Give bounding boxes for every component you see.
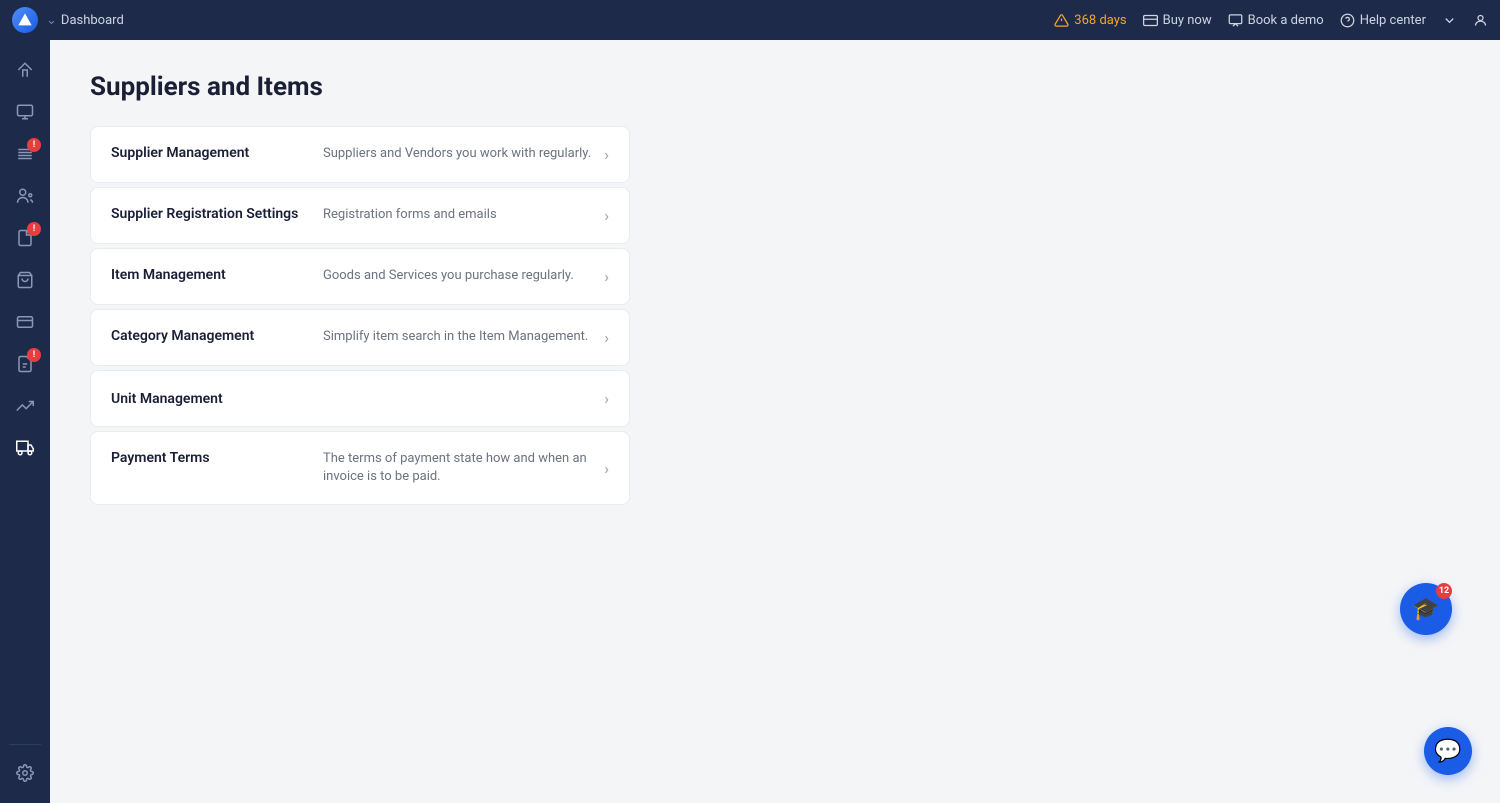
card-chevron-icon: ›	[604, 267, 609, 286]
sidebar-item-documents[interactable]: !	[7, 220, 43, 256]
book-demo-text: Book a demo	[1248, 13, 1324, 28]
card-title: Supplier Management	[111, 145, 311, 161]
app-logo[interactable]	[12, 7, 38, 33]
chevron-more-item[interactable]	[1442, 13, 1457, 28]
card-title: Item Management	[111, 267, 311, 283]
card-item[interactable]: Unit Management ›	[90, 370, 630, 427]
sidebar-item-suppliers[interactable]	[7, 430, 43, 466]
sidebar-item-reports[interactable]	[7, 388, 43, 424]
sidebar-item-orders[interactable]	[7, 262, 43, 298]
doc-badge: !	[27, 222, 41, 236]
card-description: Suppliers and Vendors you work with regu…	[323, 145, 591, 163]
card-item[interactable]: Supplier Management Suppliers and Vendor…	[90, 126, 630, 183]
card-chevron-icon: ›	[604, 389, 609, 408]
card-content: Item Management Goods and Services you p…	[111, 267, 596, 285]
card-description: The terms of payment state how and when …	[323, 450, 596, 486]
card-content: Supplier Management Suppliers and Vendor…	[111, 145, 596, 163]
card-title: Supplier Registration Settings	[111, 206, 311, 222]
buy-now-item[interactable]: Buy now	[1143, 13, 1212, 28]
card-chevron-icon: ›	[604, 459, 609, 478]
card-description: Goods and Services you purchase regularl…	[323, 267, 574, 285]
user-avatar-item[interactable]	[1473, 13, 1488, 28]
card-content: Payment Terms The terms of payment state…	[111, 450, 596, 486]
card-content: Supplier Registration Settings Registrat…	[111, 206, 596, 224]
warning-days-item[interactable]: 368 days	[1054, 13, 1126, 28]
topbar-right: 368 days Buy now Book a demo Help center	[1054, 13, 1488, 28]
card-content: Category Management Simplify item search…	[111, 328, 596, 346]
book-demo-item[interactable]: Book a demo	[1228, 13, 1324, 28]
sidebar-divider	[9, 744, 41, 745]
card-list: Supplier Management Suppliers and Vendor…	[90, 126, 630, 505]
sidebar-item-settings2[interactable]: !	[7, 346, 43, 382]
help-center-item[interactable]: Help center	[1340, 13, 1426, 28]
sidebar: ! ! !	[0, 40, 50, 803]
topbar: ⌄ Dashboard 368 days Buy now Book a demo…	[0, 0, 1500, 40]
sidebar-item-catalog[interactable]: !	[7, 136, 43, 172]
card-chevron-icon: ›	[604, 145, 609, 164]
card-chevron-icon: ›	[604, 328, 609, 347]
card-item[interactable]: Item Management Goods and Services you p…	[90, 248, 630, 305]
card-description: Registration forms and emails	[323, 206, 497, 224]
card-content: Unit Management	[111, 391, 596, 407]
card-item[interactable]: Payment Terms The terms of payment state…	[90, 431, 630, 505]
sidebar-item-settings[interactable]	[7, 755, 43, 791]
graduate-button[interactable]: 🎓 12	[1400, 583, 1452, 635]
graduate-wrapper: 🎓 12	[1424, 667, 1476, 719]
breadcrumb-chevron: ⌄	[46, 13, 57, 28]
buy-now-text: Buy now	[1163, 13, 1212, 28]
warning-days-text: 368 days	[1074, 13, 1126, 28]
help-center-text: Help center	[1360, 13, 1426, 28]
inv-badge: !	[27, 348, 41, 362]
sidebar-item-users[interactable]	[7, 178, 43, 214]
sidebar-item-invoices[interactable]	[7, 304, 43, 340]
card-title: Unit Management	[111, 391, 311, 407]
catalog-badge: !	[27, 138, 41, 152]
breadcrumb-label: Dashboard	[61, 13, 124, 28]
chat-button[interactable]: 💬	[1424, 727, 1472, 775]
page-title: Suppliers and Items	[90, 72, 1460, 102]
sidebar-item-analytics[interactable]	[7, 94, 43, 130]
card-title: Category Management	[111, 328, 311, 344]
card-title: Payment Terms	[111, 450, 311, 466]
main-layout: ! ! ! Suppliers and Ite	[0, 40, 1500, 803]
card-item[interactable]: Supplier Registration Settings Registrat…	[90, 187, 630, 244]
sidebar-item-home[interactable]	[7, 52, 43, 88]
card-chevron-icon: ›	[604, 206, 609, 225]
graduate-badge: 12	[1436, 583, 1452, 599]
card-description: Simplify item search in the Item Managem…	[323, 328, 588, 346]
breadcrumb[interactable]: ⌄ Dashboard	[46, 13, 124, 28]
content-area: Suppliers and Items Supplier Management …	[50, 40, 1500, 803]
card-item[interactable]: Category Management Simplify item search…	[90, 309, 630, 366]
